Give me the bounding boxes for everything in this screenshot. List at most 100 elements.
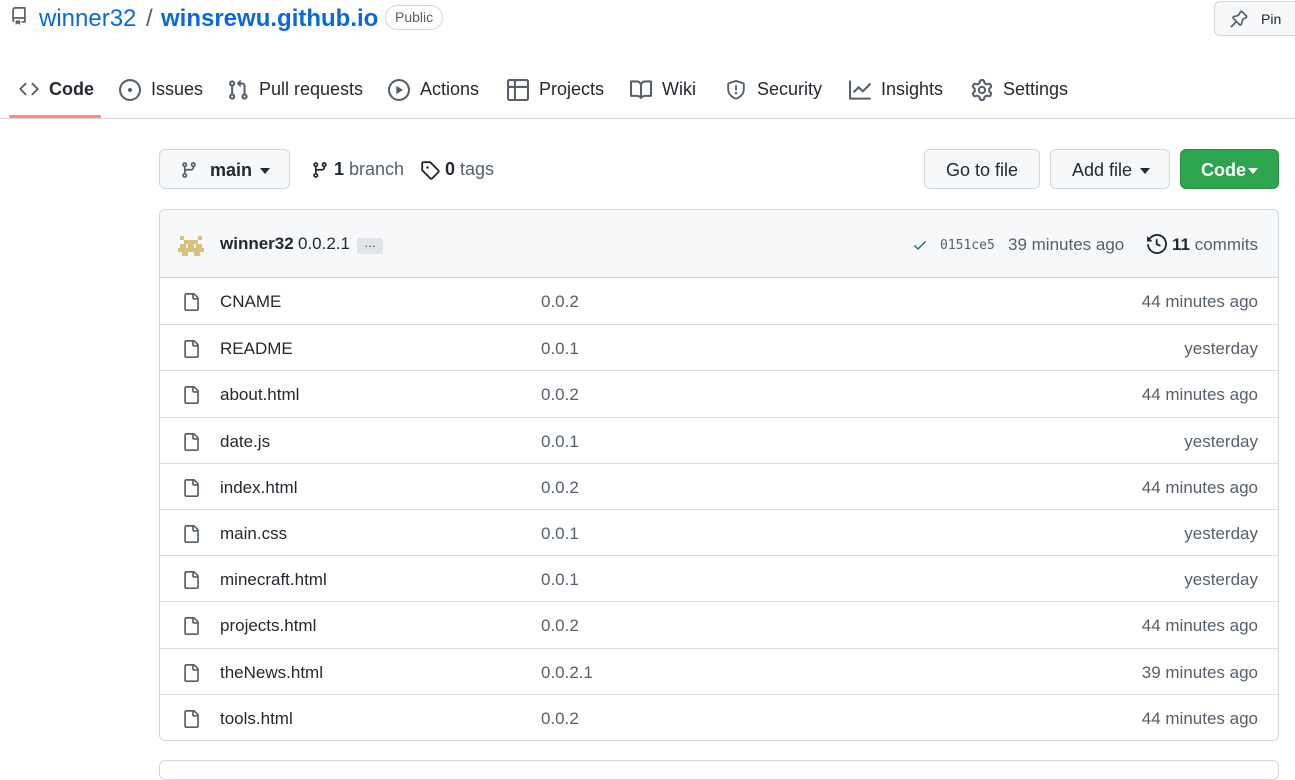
file-commit-message[interactable]: 0.0.2 [541,478,579,498]
file-navigation: main 1 branch 0 tags Go to file Add file… [0,149,1295,189]
tab-issues-label: Issues [151,79,204,99]
file-name-link[interactable]: tools.html [220,709,293,729]
file-name-link[interactable]: index.html [220,478,297,498]
tab-wiki-label: Wiki [662,79,696,99]
repo-header: winner32 / winsrewu.github.io Public Pin [0,0,1295,40]
tab-projects-label: Projects [539,79,605,99]
tag-word: tags [460,159,495,179]
file-commit-time: yesterday [1184,570,1258,590]
tab-pull-requests-label: Pull requests [259,79,364,99]
file-commit-message[interactable]: 0.0.1 [541,570,579,590]
git-branch-icon [313,162,327,178]
file-rows: CNAME 0.0.2 44 minutes ago README 0.0.1 … [160,278,1278,740]
commit-sha-link[interactable]: 0151ce5 [940,238,995,253]
repo-icon [12,7,26,25]
file-commit-time: yesterday [1184,339,1258,359]
caret-down-icon [1140,168,1150,174]
file-commit-time: 44 minutes ago [1141,708,1258,728]
readme-box-edge [159,760,1279,780]
file-row: minecraft.html 0.0.1 yesterday [160,555,1278,601]
file-name-link[interactable]: CNAME [220,292,281,312]
file-name-link[interactable]: projects.html [220,616,316,636]
branch-name: main [210,160,253,180]
tab-code-label: Code [49,79,94,99]
file-icon [184,432,199,451]
branch-word: branch [349,159,405,179]
tag-count: 0 [445,159,456,179]
file-commit-message[interactable]: 0.0.2 [541,709,579,729]
repo-owner-link[interactable]: winner32 [39,5,136,33]
file-name-link[interactable]: theNews.html [220,663,323,683]
check-icon[interactable] [912,237,928,253]
issue-icon [119,79,141,101]
file-row: main.css 0.0.1 yesterday [160,508,1278,555]
caret-down-icon [260,168,270,174]
commit-count: 11 [1172,235,1190,254]
commit-message-link[interactable]: 0.0.2.1 [298,234,350,254]
file-commit-message[interactable]: 0.0.2 [541,616,579,636]
latest-commit-bar: winner32 0.0.2.1 … 0151ce5 39 minutes ag… [160,210,1278,278]
code-button-label: Code [1201,160,1246,180]
file-commit-message[interactable]: 0.0.2.1 [541,663,593,683]
graph-icon [849,80,871,100]
path-separator: / [146,5,153,32]
commit-time: 39 minutes ago [1008,235,1125,254]
play-icon [388,79,410,101]
go-to-file-button[interactable]: Go to file [924,149,1040,189]
tab-insights-label: Insights [881,79,944,99]
commit-author-link[interactable]: winner32 [220,234,294,254]
git-branch-icon [182,162,196,178]
commit-expand-button[interactable]: … [357,237,383,254]
file-commit-message[interactable]: 0.0.2 [541,292,579,312]
code-icon [19,82,39,96]
commit-word: commits [1194,235,1258,254]
code-button[interactable]: Code [1180,149,1279,189]
file-icon [184,524,199,543]
file-name-link[interactable]: about.html [220,385,299,405]
file-row: tools.html 0.0.2 44 minutes ago [160,693,1278,740]
file-commit-message[interactable]: 0.0.1 [541,339,579,359]
file-commit-message[interactable]: 0.0.2 [541,385,579,405]
file-commit-time: 44 minutes ago [1141,292,1258,311]
active-tab-indicator [9,115,101,118]
file-row: projects.html 0.0.2 44 minutes ago [160,601,1278,647]
go-to-file-label: Go to file [946,160,1019,180]
file-commit-time: yesterday [1184,431,1258,451]
file-row: about.html 0.0.2 44 minutes ago [160,370,1278,416]
tab-security-label: Security [757,79,823,99]
file-icon [184,340,199,359]
file-commit-message[interactable]: 0.0.1 [541,524,579,544]
file-commit-time: 39 minutes ago [1141,662,1258,682]
branch-select-button[interactable]: main [159,149,290,189]
tag-icon [421,161,440,180]
repo-nav-tabs: Code Issues Pull requests Actions Projec… [0,62,1295,119]
branch-count: 1 [334,159,345,179]
tab-settings-label: Settings [1003,79,1069,99]
repo-name-link[interactable]: winsrewu.github.io [161,5,378,33]
file-icon [184,571,199,590]
visibility-badge: Public [385,5,444,30]
tab-actions-label: Actions [420,79,480,99]
file-icon [184,478,199,497]
file-row: README 0.0.1 yesterday [160,324,1278,370]
add-file-label: Add file [1072,160,1133,180]
pin-button[interactable]: Pin [1214,1,1295,36]
file-commit-time: yesterday [1184,523,1258,543]
file-row: index.html 0.0.2 44 minutes ago [160,462,1278,509]
file-row: theNews.html 0.0.2.1 39 minutes ago [160,647,1278,694]
file-icon [184,386,199,405]
history-icon [1147,234,1167,254]
pull-request-icon [229,79,248,100]
commits-link[interactable]: 11 commits [1172,235,1258,255]
file-name-link[interactable]: date.js [220,432,270,452]
avatar[interactable] [178,234,204,256]
file-name-link[interactable]: main.css [220,524,287,544]
add-file-button[interactable]: Add file [1050,149,1170,189]
file-row: date.js 0.0.1 yesterday [160,416,1278,463]
book-icon [630,80,652,99]
file-commit-message[interactable]: 0.0.1 [541,432,579,452]
file-name-link[interactable]: minecraft.html [220,570,327,590]
caret-down-icon [1248,168,1258,174]
file-name-link[interactable]: README [220,339,293,359]
file-icon [184,293,199,311]
